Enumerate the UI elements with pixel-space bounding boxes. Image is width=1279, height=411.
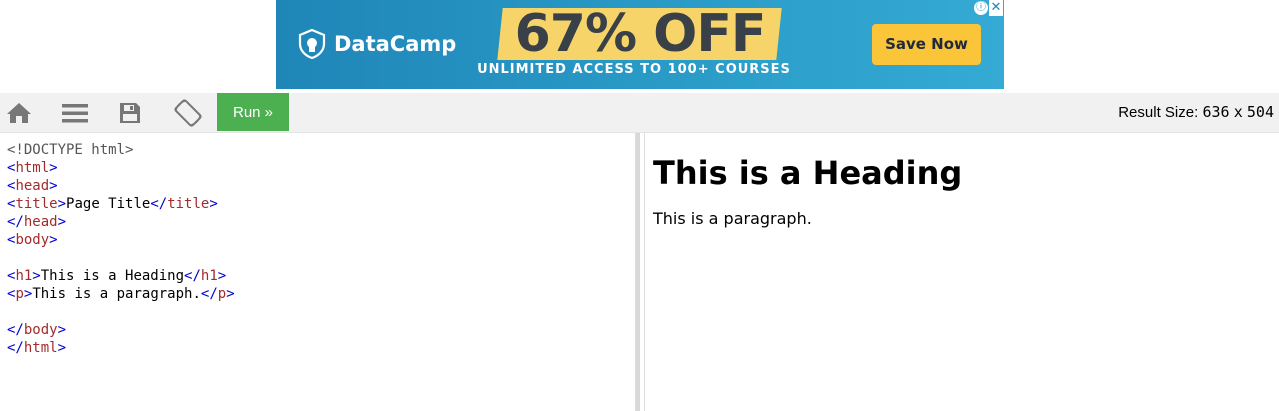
code-tag-name: title [15,196,58,212]
code-tag-name: html [15,160,50,176]
ad-banner[interactable]: DataCamp 67% OFF UNLIMITED ACCESS TO 100… [276,0,1004,89]
result-panel: This is a Heading This is a paragraph. [645,133,1279,411]
code-bracket: </ [7,214,24,230]
code-tag-name: head [23,214,58,230]
divider-handle[interactable] [636,133,640,411]
code-text-content: This is a Heading [40,268,185,284]
code-line: <!DOCTYPE html> [7,141,635,159]
result-width: 636 [1202,103,1230,121]
toolbar: Run » Result Size: 636 x 504 [0,93,1279,133]
run-button[interactable]: Run » [217,93,289,131]
code-line: <head> [7,177,635,195]
code-line: </head> [7,213,635,231]
code-bracket: > [49,232,58,248]
code-line: </html> [7,339,635,357]
code-tag-name: html [23,340,58,356]
code-bracket: > [32,268,41,284]
code-bracket: > [57,214,67,230]
result-heading: This is a Heading [653,154,963,192]
code-doctype: <!DOCTYPE html> [7,142,134,158]
code-tag-name: head [15,178,50,194]
ad-brand: DataCamp [334,32,457,56]
code-bracket: > [57,340,67,356]
code-tag-name: h1 [15,268,33,284]
code-bracket: > [49,160,58,176]
code-bracket: </ [150,196,168,212]
code-tag-name: body [23,322,58,338]
home-icon[interactable] [0,93,37,132]
ad-subtitle: UNLIMITED ACCESS TO 100+ COURSES [477,62,791,77]
menu-icon[interactable] [56,93,93,132]
code-tag-name: p [217,286,227,302]
ad-save-now-button[interactable]: Save Now [872,24,981,65]
code-text-content: This is a paragraph. [32,286,201,302]
code-bracket: </ [200,286,218,302]
result-paragraph: This is a paragraph. [653,209,812,228]
code-line: </body> [7,321,635,339]
code-tag-name: p [15,286,24,302]
code-bracket: </ [184,268,201,284]
code-bracket: > [217,268,227,284]
ad-info-icon[interactable]: ⓘ [974,1,988,15]
code-tag-name: h1 [200,268,218,284]
result-x: x [1233,103,1243,121]
code-line: <html> [7,159,635,177]
code-line: <p>This is a paragraph.</p> [7,285,635,303]
code-editor[interactable]: <!DOCTYPE html> <html> <head> <title>Page T… [0,133,635,411]
result-size-label: Result Size: [1118,104,1199,121]
code-line: <body> [7,231,635,249]
result-size: Result Size: 636 x 504 [1118,93,1274,131]
code-tag-name: title [167,196,210,212]
rotate-icon[interactable] [169,93,206,132]
code-bracket: > [57,196,67,212]
result-height: 504 [1246,103,1274,121]
code-bracket: > [226,286,235,302]
code-bracket: </ [7,322,24,338]
code-text[interactable]: <!DOCTYPE html> <html> <head> <title>Page T… [0,133,635,357]
code-bracket: > [49,178,58,194]
code-line: <h1>This is a Heading</h1> [7,267,635,285]
code-line: <title>Page Title</title> [7,195,635,213]
ad-offer: 67% OFF [514,4,767,64]
code-tag-name: body [15,232,50,248]
code-bracket: </ [7,340,24,356]
ad-close-icon[interactable]: ✕ [989,0,1003,16]
ad-logo: DataCamp [296,28,456,60]
code-bracket: > [57,322,67,338]
code-bracket: > [209,196,218,212]
code-text-content: Page Title [66,196,151,212]
save-icon[interactable] [111,93,148,132]
datacamp-logo-icon [298,28,326,60]
panel-divider[interactable] [635,133,645,411]
